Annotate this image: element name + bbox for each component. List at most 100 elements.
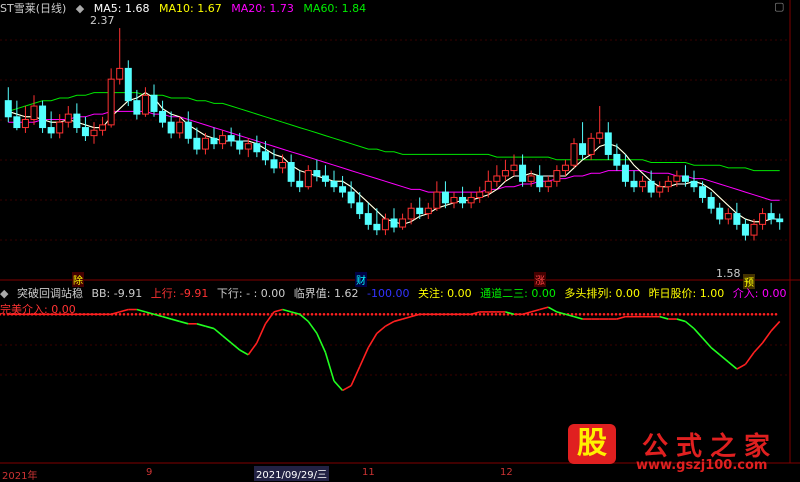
zero-dot-540: [538, 312, 542, 316]
zero-dot-612: [610, 312, 614, 316]
candle-body-76: [656, 186, 664, 193]
candle-73: [630, 170, 638, 193]
zero-dot-636: [634, 312, 638, 316]
low-marker: 1.58: [716, 267, 741, 280]
zero-dot-128: [126, 312, 130, 316]
bb-seg-17: [145, 311, 155, 316]
zero-dot-212: [210, 312, 214, 316]
zero-dot-712: [710, 312, 714, 316]
indicator-settings-icon[interactable]: ◆: [0, 287, 8, 300]
candle-body-36: [313, 170, 321, 177]
candle-body-82: [707, 196, 715, 209]
high-marker: 2.37: [90, 14, 115, 27]
candle-body-8: [73, 113, 81, 129]
candle-body-46: [399, 218, 407, 228]
candle-87: [750, 218, 758, 241]
candle-body-62: [536, 175, 544, 188]
candle-12: [107, 68, 115, 128]
candle-body-54: [467, 196, 475, 204]
bb-seg-88: [753, 342, 764, 353]
zero-dot-552: [550, 312, 554, 316]
candle-body-86: [741, 223, 749, 236]
candle-14: [124, 60, 132, 107]
zero-dot-188: [186, 312, 190, 316]
zero-dot-708: [706, 312, 710, 316]
bb-seg-37: [316, 333, 327, 353]
zero-dot-588: [586, 312, 590, 316]
candle-45: [390, 208, 398, 233]
bb-seg-14: [119, 308, 129, 313]
zero-dot-776: [774, 312, 778, 316]
candle-36: [313, 159, 321, 182]
zero-dot-180: [178, 312, 182, 316]
indicator-title[interactable]: 突破回调站稳: [17, 287, 83, 300]
bb-seg-24: [205, 325, 215, 330]
candle-74: [639, 175, 647, 193]
candle-60: [519, 154, 527, 187]
candle-90: [776, 213, 784, 230]
zero-dot-376: [374, 312, 378, 316]
zero-dot-720: [718, 312, 722, 316]
bb-seg-32: [273, 308, 283, 313]
candle-body-70: [604, 132, 612, 155]
zero-dot-384: [382, 312, 386, 316]
prev-price-value: 昨日股价: 1.00: [648, 287, 725, 300]
candle-body-51: [441, 191, 449, 204]
candle-body-39: [339, 186, 347, 193]
candle-70: [604, 122, 612, 160]
perfect-value: 完美介入: 0.00: [0, 303, 76, 316]
candle-6: [56, 114, 64, 139]
candle-5: [47, 111, 55, 139]
zero-dot-492: [490, 312, 494, 316]
candle-53: [459, 186, 467, 209]
xaxis-label-nov: 11: [362, 467, 375, 478]
candle-body-13: [116, 67, 124, 80]
zero-dot-208: [206, 312, 210, 316]
candle-39: [339, 175, 347, 198]
zero-dot-628: [626, 312, 630, 316]
zero-dot-488: [486, 312, 490, 316]
bb-seg-59: [505, 311, 515, 316]
zero-dot-744: [742, 312, 746, 316]
candle-76: [656, 181, 664, 198]
zero-dot-324: [322, 312, 326, 316]
ma60-label: MA60: 1.84: [303, 2, 367, 15]
close-icon[interactable]: ▢: [774, 0, 784, 13]
candle-54: [467, 192, 475, 209]
candle-body-31: [270, 159, 278, 169]
zero-dot-548: [546, 312, 550, 316]
candle-7: [64, 106, 72, 128]
zero-dot-536: [534, 312, 538, 316]
zero-dot-688: [686, 312, 690, 316]
candle-body-15: [133, 100, 141, 115]
zero-dot-644: [642, 312, 646, 316]
candle-body-53: [459, 196, 467, 204]
candle-82: [707, 192, 715, 214]
candle-body-50: [433, 191, 441, 209]
zero-dot-204: [202, 312, 206, 316]
zero-dot-396: [394, 312, 398, 316]
candle-body-11: [99, 124, 107, 131]
ma20-label: MA20: 1.73: [231, 2, 294, 15]
candle-body-43: [373, 223, 381, 231]
candle-17: [150, 84, 158, 117]
bb-seg-89: [761, 330, 772, 344]
candle-body-4: [39, 105, 47, 129]
candle-9: [81, 116, 89, 141]
zero-dot-604: [602, 312, 606, 316]
watermark-url: www.gszj100.com: [636, 458, 768, 473]
candle-body-45: [390, 218, 398, 228]
zero-dot-576: [574, 312, 578, 316]
settings-icon[interactable]: ◆: [76, 2, 84, 15]
candle-49: [424, 202, 432, 219]
candle-75: [647, 170, 655, 198]
candle-26: [227, 127, 235, 147]
stock-title[interactable]: ST雪莱(日线): [0, 2, 66, 15]
zero-dot-756: [754, 312, 758, 316]
candles-group: [4, 28, 784, 241]
bull-value: 多头排列: 0.00: [564, 287, 641, 300]
xaxis-label-date[interactable]: 2021/09/29/三: [254, 466, 330, 481]
candle-body-44: [381, 218, 389, 231]
candle-58: [501, 159, 509, 182]
candle-83: [716, 202, 724, 225]
